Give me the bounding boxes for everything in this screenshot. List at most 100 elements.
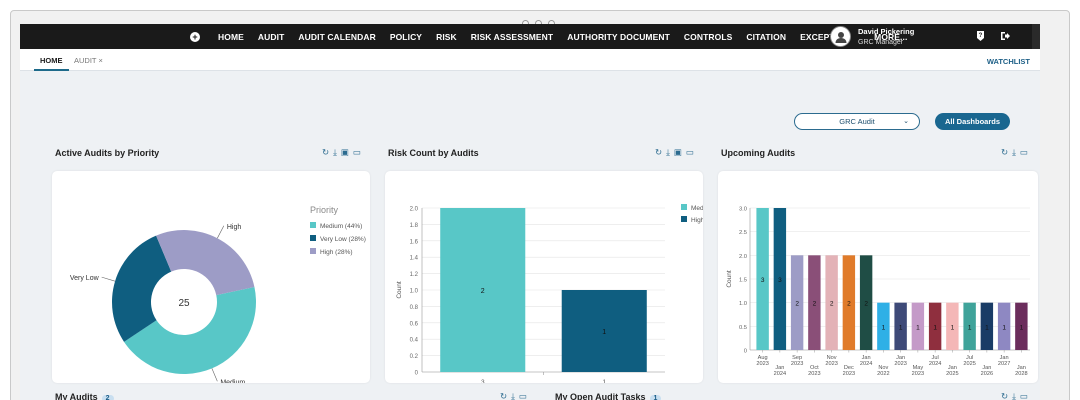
nav-item-audit-calendar[interactable]: AUDIT CALENDAR bbox=[291, 32, 382, 42]
user-profile[interactable]: David Pickering GRC Manager bbox=[830, 24, 914, 49]
bar-data-label: 2 bbox=[795, 301, 799, 308]
refresh-icon[interactable]: ↻ bbox=[1001, 391, 1008, 400]
watchlist-link[interactable]: WATCHLIST bbox=[987, 57, 1030, 66]
pie-slice-high bbox=[156, 230, 255, 296]
legend-label: High bbox=[691, 217, 703, 224]
y-tick-label: 3.0 bbox=[739, 207, 747, 213]
tasks-count-badge: 1 bbox=[649, 395, 662, 400]
x-tick-label-year: 2023 bbox=[843, 371, 855, 377]
window-icon[interactable]: ▭ bbox=[519, 391, 527, 400]
bar-data-label: 2 bbox=[847, 301, 851, 308]
nav-menu: + HOME AUDIT AUDIT CALENDAR POLICY RISK RISK … bbox=[185, 24, 914, 49]
x-tick-label-year: 2023 bbox=[808, 371, 820, 377]
nav-item-audit[interactable]: AUDIT bbox=[251, 32, 291, 42]
bar-data-label: 1 bbox=[933, 324, 937, 331]
x-tick-label-year: 2024 bbox=[860, 361, 872, 367]
x-tick-label-year: 2023 bbox=[756, 361, 768, 367]
pie-legend-label: Medium (44%) bbox=[320, 223, 362, 230]
download-icon[interactable]: ⤓ bbox=[1012, 391, 1016, 400]
y-tick-label: 1.6 bbox=[410, 239, 419, 245]
upcoming-panel-actions: ↻ ⤓ ▭ bbox=[1001, 147, 1028, 158]
help-icon[interactable]: ? bbox=[976, 31, 985, 43]
bar-data-label: 1 bbox=[951, 324, 955, 331]
dashboard-select-value: GRC Audit bbox=[839, 117, 875, 126]
download-icon[interactable]: ⤓ bbox=[666, 147, 670, 158]
pie-slice-very-low bbox=[112, 235, 172, 342]
bar-data-label: 1 bbox=[602, 329, 606, 336]
tasks-title: My Open Audit Tasks 1 bbox=[555, 392, 662, 400]
nav-item-controls[interactable]: CONTROLS bbox=[677, 32, 740, 42]
upcoming-bar-chart: 00.51.01.52.02.53.03Aug20233Jan20242Sep2… bbox=[726, 207, 1030, 399]
nav-item-risk[interactable]: RISK bbox=[429, 32, 464, 42]
refresh-icon[interactable]: ↻ bbox=[655, 147, 662, 158]
tasks-label: My Open Audit Tasks bbox=[555, 392, 646, 400]
bar-data-label: 1 bbox=[968, 324, 972, 331]
nav-item-citation[interactable]: CITATION bbox=[739, 32, 793, 42]
window-icon[interactable]: ▭ bbox=[1020, 391, 1028, 400]
app-container: + HOME AUDIT AUDIT CALENDAR POLICY RISK RISK … bbox=[20, 24, 1040, 400]
my-audits-label: My Audits bbox=[55, 392, 98, 400]
y-axis-label: Count bbox=[396, 281, 403, 299]
window-icon[interactable]: ▭ bbox=[1020, 147, 1028, 158]
x-tick-label-year: 2027 bbox=[998, 361, 1010, 367]
tab-audit[interactable]: AUDIT × bbox=[74, 56, 103, 65]
x-tick-label-year: 2024 bbox=[774, 371, 786, 377]
risk-chart-card: 00.20.40.60.81.01.21.41.61.82.02311Relat… bbox=[385, 171, 714, 397]
window-icon[interactable]: ▭ bbox=[686, 147, 694, 158]
nav-scrollbar[interactable] bbox=[1032, 24, 1040, 49]
pie-leader-line bbox=[211, 368, 218, 382]
my-audits-title: My Audits 2 bbox=[55, 392, 114, 400]
risk-panel-actions: ↻ ⤓ ▣ ▭ bbox=[655, 147, 694, 158]
avatar[interactable] bbox=[830, 26, 851, 47]
user-icon bbox=[835, 31, 846, 43]
nav-item-policy[interactable]: POLICY bbox=[383, 32, 429, 42]
image-icon[interactable]: ▣ bbox=[341, 147, 349, 158]
refresh-icon[interactable]: ↻ bbox=[1001, 147, 1008, 158]
y-tick-label: 1.8 bbox=[410, 223, 419, 229]
pie-legend-label: Very Low (28%) bbox=[320, 236, 366, 243]
pie-leader-line bbox=[101, 276, 116, 282]
tab-home[interactable]: HOME bbox=[34, 56, 68, 71]
plus-circle-icon[interactable]: + bbox=[185, 24, 205, 49]
pie-legend-swatch bbox=[310, 235, 316, 241]
logout-icon[interactable] bbox=[1000, 31, 1010, 43]
bar-data-label: 2 bbox=[813, 301, 817, 308]
svg-text:?: ? bbox=[979, 33, 983, 39]
y-tick-label: 0.2 bbox=[410, 354, 419, 360]
pie-leader-line bbox=[217, 225, 225, 239]
bar-data-label: 1 bbox=[1002, 324, 1006, 331]
nav-item-authority-document[interactable]: AUTHORITY DOCUMENT bbox=[560, 32, 677, 42]
y-tick-label: 1.0 bbox=[410, 289, 419, 295]
bar-data-label: 2 bbox=[830, 301, 834, 308]
pie-legend-swatch bbox=[310, 248, 316, 254]
nav-item-risk-assessment[interactable]: RISK ASSESSMENT bbox=[464, 32, 560, 42]
window-icon[interactable]: ▭ bbox=[353, 147, 361, 158]
pie-label: Very Low bbox=[70, 275, 100, 282]
refresh-icon[interactable]: ↻ bbox=[322, 147, 329, 158]
priority-donut-chart: Medium Very Low High 25 Priority Medium (44%)… bbox=[70, 205, 366, 386]
download-icon[interactable]: ⤓ bbox=[511, 391, 515, 400]
priority-panel-title: Active Audits by Priority bbox=[55, 148, 160, 158]
nav-item-home[interactable]: HOME bbox=[211, 32, 251, 42]
close-icon[interactable]: × bbox=[98, 56, 102, 65]
bar-data-label: 1 bbox=[1020, 324, 1024, 331]
pie-label: Medium bbox=[220, 379, 245, 383]
image-icon[interactable]: ▣ bbox=[674, 147, 682, 158]
user-name: David Pickering bbox=[858, 26, 915, 36]
bar-data-label: 1 bbox=[899, 324, 903, 331]
y-tick-label: 0.8 bbox=[410, 305, 419, 311]
y-tick-label: 1.4 bbox=[410, 256, 419, 262]
upcoming-panel-title: Upcoming Audits bbox=[721, 148, 796, 158]
all-dashboards-button[interactable]: All Dashboards bbox=[935, 113, 1010, 130]
refresh-icon[interactable]: ↻ bbox=[500, 391, 507, 400]
x-tick-label-year: 2022 bbox=[877, 371, 889, 377]
y-tick-label: 1.2 bbox=[410, 272, 419, 278]
bar-data-label: 1 bbox=[985, 324, 989, 331]
x-tick-label-year: 2023 bbox=[912, 371, 924, 377]
x-tick-label-year: 2028 bbox=[1015, 371, 1027, 377]
bar-data-label: 2 bbox=[864, 301, 868, 308]
download-icon[interactable]: ⤓ bbox=[333, 147, 337, 158]
dashboard-select[interactable]: GRC Audit ⌄ bbox=[794, 113, 920, 130]
x-tick-label-year: 2023 bbox=[791, 361, 803, 367]
download-icon[interactable]: ⤓ bbox=[1012, 147, 1016, 158]
